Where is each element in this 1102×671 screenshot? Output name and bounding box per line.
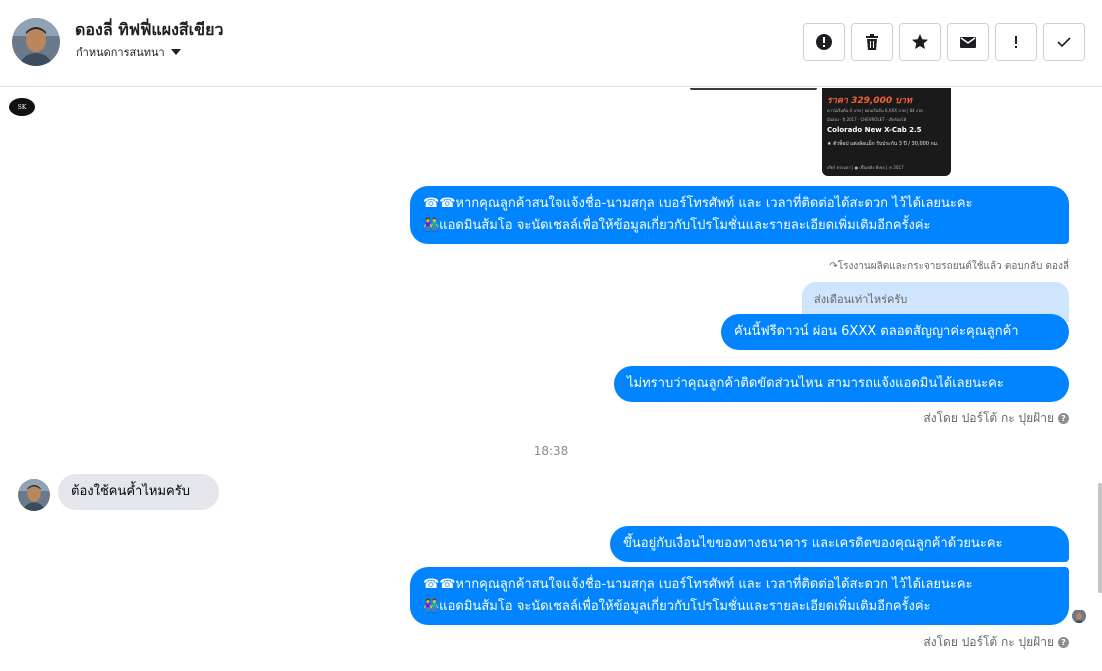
contact-name[interactable]: ดองลี่ ทิฟฟี่แผงสีเขียว bbox=[75, 18, 223, 43]
car-price: ราคา 329,000 บาท bbox=[827, 96, 912, 106]
sent-by-label: ส่งโดย ปอร์โต้ กะ ปุยฝ้าย ? bbox=[923, 633, 1069, 652]
seen-indicator-avatar bbox=[1072, 609, 1086, 623]
conversation-settings[interactable]: กำหนดการสนทนา bbox=[76, 43, 181, 61]
message-text: ไม่ทราบว่าคุณลูกค้าติดขัดส่วนไหน สามารถแ… bbox=[627, 376, 1004, 391]
report-button[interactable] bbox=[803, 23, 845, 61]
help-icon[interactable]: ? bbox=[1058, 637, 1069, 648]
flag-button[interactable] bbox=[995, 23, 1037, 61]
timestamp: 18:38 bbox=[533, 444, 569, 458]
done-button[interactable] bbox=[1043, 23, 1085, 61]
message-text: คันนี้ฟรีดาวน์ ผ่อน 6XXX ตลอดสัญญาค่ะคุณ… bbox=[734, 324, 1019, 339]
contact-avatar-small[interactable] bbox=[18, 479, 50, 511]
caret-down-icon bbox=[170, 49, 181, 55]
message-line: ☎☎หากคุณลูกค้าสนใจแจ้งชื่อ-นามสกุล เบอร์… bbox=[423, 196, 973, 211]
message-bubble-outgoing[interactable]: ขึ้นอยู่กับเงื่อนไขของทางธนาคาร และเครดิ… bbox=[610, 526, 1069, 562]
message-thread[interactable]: SK ราคา 329,000 บาท ดาวน์เริ่มต้น 0 บาท … bbox=[0, 88, 1102, 671]
car-ad-card[interactable]: ราคา 329,000 บาท ดาวน์เริ่มต้น 0 บาท | ผ… bbox=[822, 88, 951, 176]
message-bubble-outgoing[interactable]: ☎☎หากคุณลูกค้าสนใจแจ้งชื่อ-นามสกุล เบอร์… bbox=[410, 186, 1069, 244]
conversation-header: ดองลี่ ทิฟฟี่แผงสีเขียว กำหนดการสนทนา bbox=[0, 0, 1102, 87]
message-bubble-incoming[interactable]: ต้องใช้คนค้ำไหมครับ bbox=[58, 474, 219, 510]
star-icon bbox=[912, 34, 928, 49]
message-line: ☎☎หากคุณลูกค้าสนใจแจ้งชื่อ-นามสกุล เบอร์… bbox=[423, 577, 973, 592]
message-bubble-outgoing[interactable]: คันนี้ฟรีดาวน์ ผ่อน 6XXX ตลอดสัญญาค่ะคุณ… bbox=[721, 314, 1069, 350]
car-finance-line: ดาวน์เริ่มต้น 0 บาท | ผ่อนเริ่มต้น 6,XXX… bbox=[827, 108, 923, 113]
trash-icon bbox=[866, 34, 878, 50]
page-logo: SK bbox=[9, 98, 35, 116]
sent-by-text: ส่งโดย ปอร์โต้ กะ ปุยฝ้าย bbox=[923, 635, 1054, 649]
toolbar bbox=[803, 23, 1085, 61]
sent-by-text: ส่งโดย ปอร์โต้ กะ ปุยฝ้าย bbox=[923, 411, 1054, 425]
sent-by-label: ส่งโดย ปอร์โต้ กะ ปุยฝ้าย ? bbox=[923, 409, 1069, 428]
envelope-icon bbox=[960, 37, 976, 48]
message-line: 👫แอดมินส้มโอ จะนัดเชลล์เพื่อให้ข้อมูลเกี… bbox=[423, 599, 931, 614]
message-bubble-outgoing[interactable]: ไม่ทราบว่าคุณลูกค้าติดขัดส่วนไหน สามารถแ… bbox=[614, 366, 1069, 402]
scrollbar[interactable] bbox=[1098, 483, 1102, 593]
star-button[interactable] bbox=[899, 23, 941, 61]
help-icon[interactable]: ? bbox=[1058, 413, 1069, 424]
contact-avatar[interactable] bbox=[12, 18, 60, 66]
conversation-settings-label: กำหนดการสนทนา bbox=[76, 46, 165, 59]
car-footer: เกียร์ ธรรมดา | ● เชื้อเพลิง ดีเซล | ◷ 2… bbox=[827, 165, 904, 170]
alert-circle-icon bbox=[816, 34, 832, 50]
check-icon bbox=[1057, 37, 1071, 48]
attachment-preview-edge bbox=[690, 88, 817, 90]
car-description: ★ ตัวท็อป แต่งล้อแม็ก รับประกัน 3 ปี / 3… bbox=[827, 141, 939, 147]
message-line: 👫แอดมินส้มโอ จะนัดเชลล์เพื่อให้ข้อมูลเกี… bbox=[423, 218, 931, 233]
mail-button[interactable] bbox=[947, 23, 989, 61]
message-bubble-outgoing[interactable]: ☎☎หากคุณลูกค้าสนใจแจ้งชื่อ-นามสกุล เบอร์… bbox=[410, 567, 1069, 625]
delete-button[interactable] bbox=[851, 23, 893, 61]
car-meta-line: มือสอง · ปี 2017 · CHEVROLET · เกียร์ออโ… bbox=[827, 117, 907, 122]
car-model: Colorado New X-Cab 2.5 bbox=[827, 126, 922, 134]
reply-note: ↷โรงงานผลิตและกระจายรถยนต์ใช้แล้ว ตอบกลั… bbox=[829, 261, 1069, 272]
message-text: ต้องใช้คนค้ำไหมครับ bbox=[71, 484, 190, 499]
exclamation-icon bbox=[1015, 36, 1017, 48]
message-text: ขึ้นอยู่กับเงื่อนไขของทางธนาคาร และเครดิ… bbox=[623, 536, 1003, 551]
